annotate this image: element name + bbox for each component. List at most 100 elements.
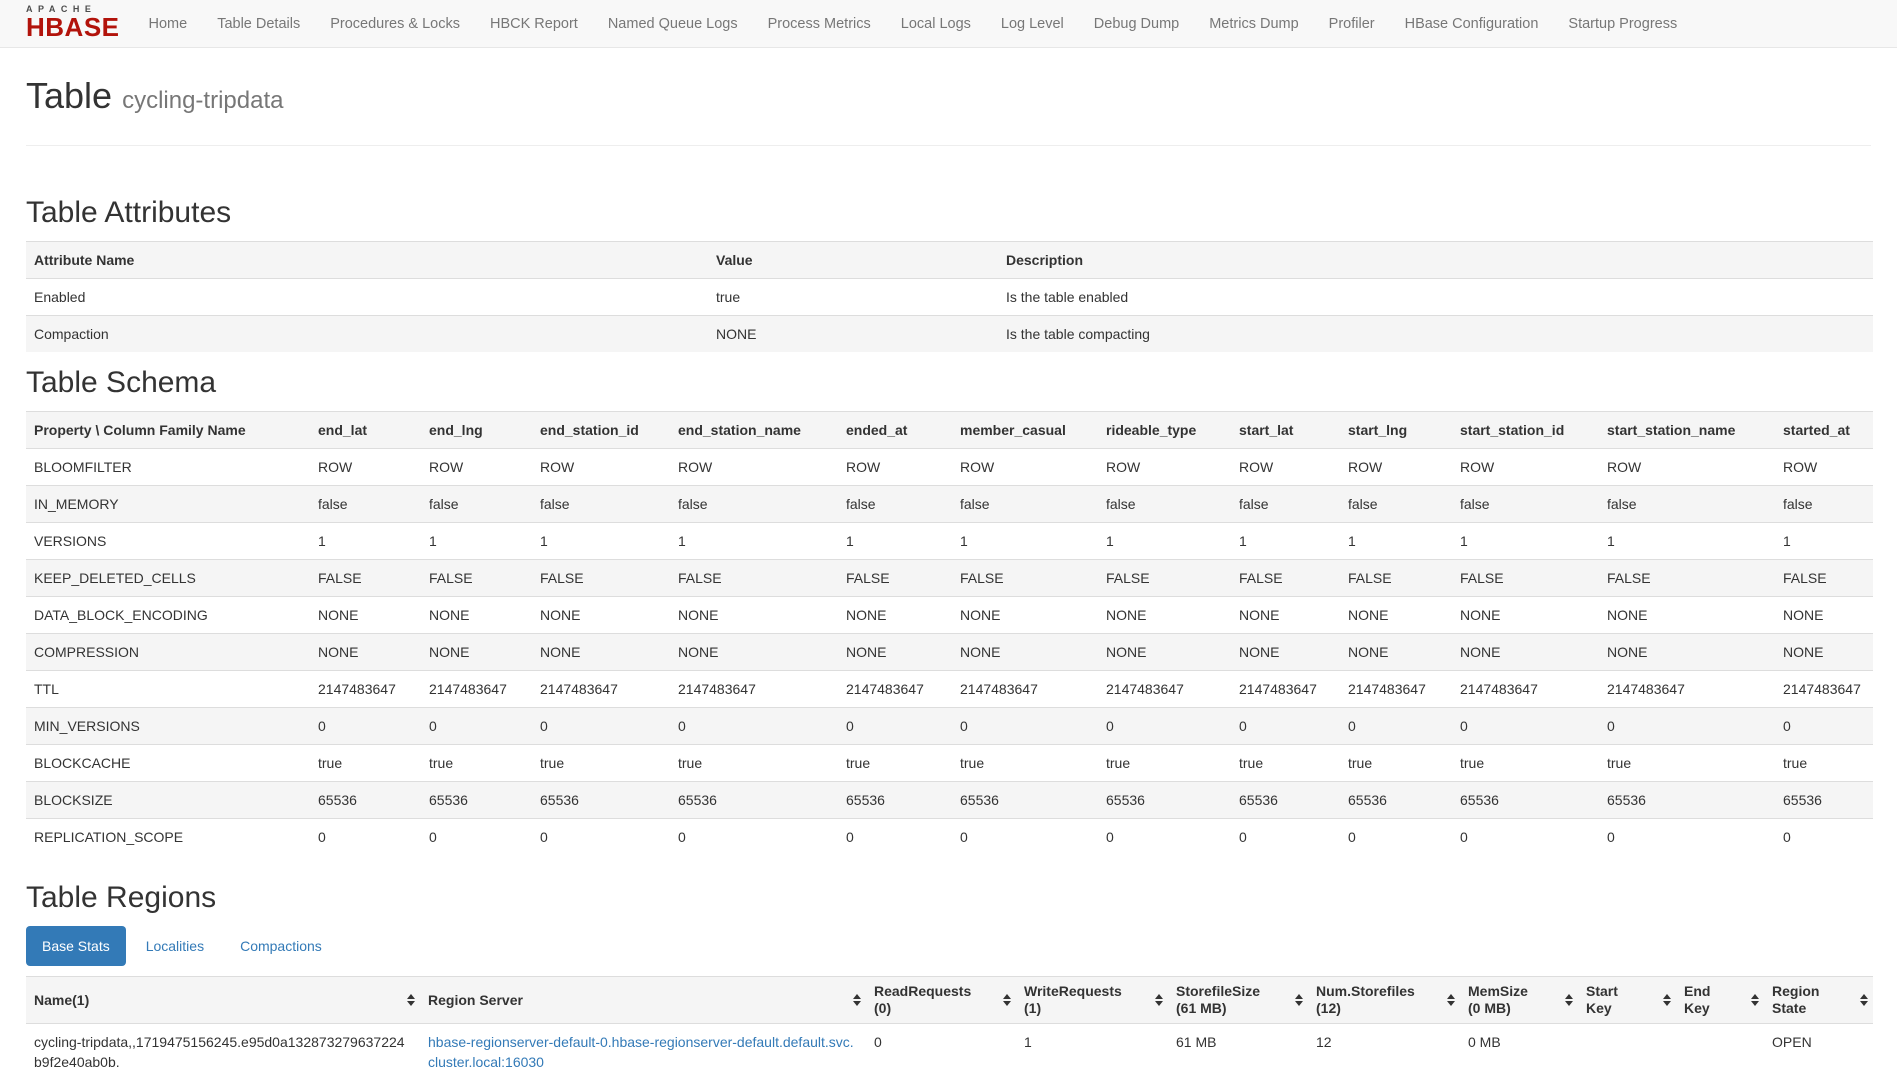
schema-value-cell: 1 <box>1098 523 1231 560</box>
regions-table: Name(1)Region ServerReadRequests(0)Write… <box>26 976 1873 1080</box>
schema-property-cell: BLOCKCACHE <box>26 745 310 782</box>
schema-value-cell: false <box>952 486 1098 523</box>
sort-icon[interactable] <box>1447 994 1455 1006</box>
schema-family-header-end-lng: end_lng <box>421 412 532 449</box>
sort-down-arrow <box>1751 1001 1759 1006</box>
schema-value-cell: ROW <box>1599 449 1775 486</box>
schema-value-cell: FALSE <box>1098 560 1231 597</box>
sort-icon[interactable] <box>1860 994 1868 1006</box>
nav-link-local-logs[interactable]: Local Logs <box>886 0 986 47</box>
schema-value-cell: 1 <box>421 523 532 560</box>
regions-header-start-key[interactable]: StartKey <box>1578 977 1676 1024</box>
attributes-table: Attribute NameValueDescriptionEnabledtru… <box>26 241 1873 352</box>
nav-link-hbase-configuration[interactable]: HBase Configuration <box>1390 0 1554 47</box>
hbase-logo[interactable]: APACHE HBASE <box>10 0 134 47</box>
header-label-line: (1) <box>1024 1000 1148 1017</box>
schema-value-cell: FALSE <box>838 560 952 597</box>
nav-link-profiler[interactable]: Profiler <box>1314 0 1390 47</box>
nav-link-debug-dump[interactable]: Debug Dump <box>1079 0 1194 47</box>
schema-value-cell: NONE <box>1098 634 1231 671</box>
schema-value-cell: 2147483647 <box>1098 671 1231 708</box>
sort-down-arrow <box>1003 1001 1011 1006</box>
schema-value-cell: FALSE <box>1775 560 1873 597</box>
schema-value-cell: false <box>1452 486 1599 523</box>
schema-value-cell: NONE <box>310 597 421 634</box>
header-label-line: Start <box>1586 983 1656 1000</box>
page-content: Tablecycling-tripdata Table Attributes A… <box>0 76 1897 1080</box>
nav-link-home[interactable]: Home <box>134 0 203 47</box>
nav-link-process-metrics[interactable]: Process Metrics <box>753 0 886 47</box>
regions-header-num-storefiles-12[interactable]: Num.Storefiles(12) <box>1308 977 1460 1024</box>
regions-header-region-state[interactable]: RegionState <box>1764 977 1873 1024</box>
regions-header-name-1[interactable]: Name(1) <box>26 977 420 1024</box>
schema-value-cell: true <box>1231 745 1340 782</box>
schema-value-cell: true <box>1098 745 1231 782</box>
nav-link-hbck-report[interactable]: HBCK Report <box>475 0 593 47</box>
schema-value-cell: 0 <box>421 819 532 856</box>
nav-link-startup-progress[interactable]: Startup Progress <box>1553 0 1692 47</box>
attribute-name-cell: Compaction <box>26 316 708 353</box>
schema-row: BLOCKSIZE6553665536655366553665536655366… <box>26 782 1873 819</box>
regions-header-storefilesize-61-mb[interactable]: StorefileSize(61 MB) <box>1168 977 1308 1024</box>
sort-icon[interactable] <box>1751 994 1759 1006</box>
schema-value-cell: 65536 <box>1231 782 1340 819</box>
schema-value-cell: ROW <box>838 449 952 486</box>
sort-up-arrow <box>1155 994 1163 999</box>
sort-icon[interactable] <box>1565 994 1573 1006</box>
schema-property-cell: COMPRESSION <box>26 634 310 671</box>
tab-link-compactions[interactable]: Compactions <box>224 926 338 966</box>
nav-link-log-level[interactable]: Log Level <box>986 0 1079 47</box>
schema-property-cell: MIN_VERSIONS <box>26 708 310 745</box>
schema-value-cell: 0 <box>1231 708 1340 745</box>
schema-family-header-rideable-type: rideable_type <box>1098 412 1231 449</box>
schema-value-cell: 0 <box>1452 708 1599 745</box>
schema-value-cell: false <box>421 486 532 523</box>
sort-icon[interactable] <box>1155 994 1163 1006</box>
schema-value-cell: 0 <box>952 708 1098 745</box>
schema-value-cell: NONE <box>670 597 838 634</box>
schema-value-cell: 2147483647 <box>421 671 532 708</box>
regions-header-memsize-0-mb[interactable]: MemSize(0 MB) <box>1460 977 1578 1024</box>
regions-header-readrequests-0[interactable]: ReadRequests(0) <box>866 977 1016 1024</box>
attributes-header-value: Value <box>708 242 998 279</box>
page-subtitle: cycling-tripdata <box>122 87 283 114</box>
regions-header-region-server[interactable]: Region Server <box>420 977 866 1024</box>
schema-value-cell: false <box>838 486 952 523</box>
sort-icon[interactable] <box>1663 994 1671 1006</box>
schema-value-cell: 0 <box>1098 708 1231 745</box>
tab-link-localities[interactable]: Localities <box>130 926 220 966</box>
sort-down-arrow <box>1295 1001 1303 1006</box>
schema-value-cell: NONE <box>1452 597 1599 634</box>
sort-icon[interactable] <box>853 994 861 1006</box>
nav-link-table-details[interactable]: Table Details <box>202 0 315 47</box>
region-server-link[interactable]: hbase-regionserver-default-0.hbase-regio… <box>428 1034 854 1070</box>
sort-icon[interactable] <box>1295 994 1303 1006</box>
schema-value-cell: 2147483647 <box>952 671 1098 708</box>
regions-header-end-key[interactable]: EndKey <box>1676 977 1764 1024</box>
attribute-description-cell: Is the table compacting <box>998 316 1873 353</box>
schema-header-row: Property \ Column Family Nameend_latend_… <box>26 412 1873 449</box>
sort-icon[interactable] <box>1003 994 1011 1006</box>
tab-link-base-stats[interactable]: Base Stats <box>26 926 126 966</box>
schema-family-header-end-station-name: end_station_name <box>670 412 838 449</box>
attributes-heading: Table Attributes <box>26 196 1871 229</box>
schema-row: BLOCKCACHEtruetruetruetruetruetruetruetr… <box>26 745 1873 782</box>
schema-value-cell: 0 <box>421 708 532 745</box>
schema-value-cell: 0 <box>1231 819 1340 856</box>
nav-link-procedures-locks[interactable]: Procedures & Locks <box>315 0 475 47</box>
schema-value-cell: true <box>952 745 1098 782</box>
schema-value-cell: FALSE <box>1340 560 1452 597</box>
nav-link-metrics-dump[interactable]: Metrics Dump <box>1194 0 1313 47</box>
schema-row: TTL2147483647214748364721474836472147483… <box>26 671 1873 708</box>
schema-value-cell: true <box>670 745 838 782</box>
title-divider <box>26 145 1871 146</box>
schema-family-header-start-lng: start_lng <box>1340 412 1452 449</box>
sort-icon[interactable] <box>407 994 415 1006</box>
nav-link-named-queue-logs[interactable]: Named Queue Logs <box>593 0 753 47</box>
sort-up-arrow <box>1003 994 1011 999</box>
regions-heading: Table Regions <box>26 881 1871 914</box>
schema-value-cell: 2147483647 <box>1599 671 1775 708</box>
regions-header-writerequests-1[interactable]: WriteRequests(1) <box>1016 977 1168 1024</box>
sort-up-arrow <box>1860 994 1868 999</box>
schema-property-cell: KEEP_DELETED_CELLS <box>26 560 310 597</box>
